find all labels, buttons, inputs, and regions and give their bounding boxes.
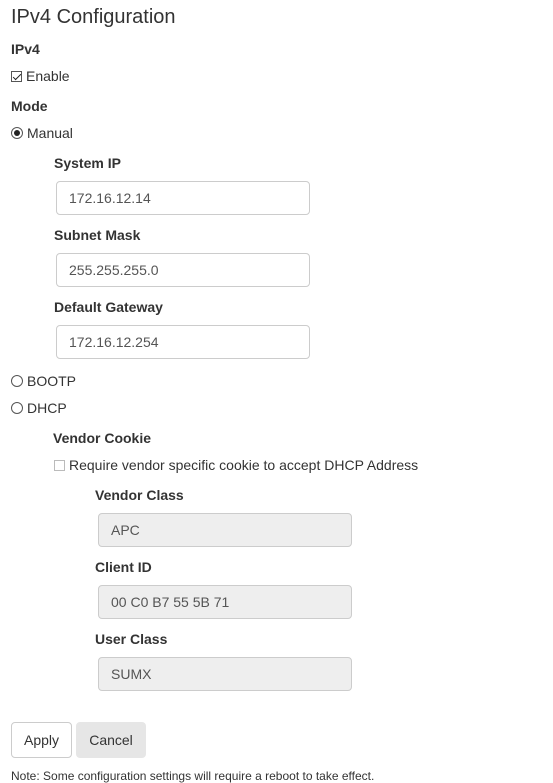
- subnet-mask-input[interactable]: 255.255.255.0: [56, 253, 310, 287]
- apply-button[interactable]: Apply: [11, 722, 72, 758]
- mode-heading: Mode: [11, 98, 48, 114]
- default-gateway-input[interactable]: 172.16.12.254: [56, 325, 310, 359]
- system-ip-label: System IP: [54, 155, 121, 171]
- page-title: IPv4 Configuration: [11, 6, 176, 28]
- reboot-note: Note: Some configuration settings will r…: [11, 769, 375, 783]
- client-id-label: Client ID: [95, 559, 152, 575]
- manual-label: Manual: [27, 125, 73, 141]
- user-class-input[interactable]: SUMX: [98, 657, 352, 691]
- user-class-label: User Class: [95, 631, 168, 647]
- ipv4-enable-option[interactable]: Enable: [11, 68, 70, 84]
- mode-dhcp-option[interactable]: DHCP: [11, 400, 67, 416]
- require-cookie-option[interactable]: Require vendor specific cookie to accept…: [54, 457, 418, 473]
- vendor-cookie-heading: Vendor Cookie: [53, 430, 152, 446]
- default-gateway-label: Default Gateway: [54, 299, 163, 315]
- require-cookie-label: Require vendor specific cookie to accept…: [69, 457, 419, 473]
- system-ip-input[interactable]: 172.16.12.14: [56, 181, 310, 215]
- vendor-class-input[interactable]: APC: [98, 513, 352, 547]
- dhcp-label: DHCP: [27, 400, 67, 416]
- cancel-button[interactable]: Cancel: [76, 722, 146, 758]
- subnet-mask-label: Subnet Mask: [54, 227, 141, 243]
- enable-label: Enable: [26, 68, 70, 84]
- mode-bootp-option[interactable]: BOOTP: [11, 373, 76, 389]
- dhcp-radio[interactable]: [11, 402, 23, 414]
- vendor-class-label: Vendor Class: [95, 487, 184, 503]
- manual-radio[interactable]: [11, 127, 23, 139]
- enable-checkbox[interactable]: [11, 70, 22, 82]
- require-cookie-checkbox[interactable]: [54, 459, 65, 471]
- client-id-input[interactable]: 00 C0 B7 55 5B 71: [98, 585, 352, 619]
- bootp-radio[interactable]: [11, 375, 23, 387]
- ipv4-heading: IPv4: [11, 41, 40, 57]
- mode-manual-option[interactable]: Manual: [11, 125, 73, 141]
- bootp-label: BOOTP: [27, 373, 77, 389]
